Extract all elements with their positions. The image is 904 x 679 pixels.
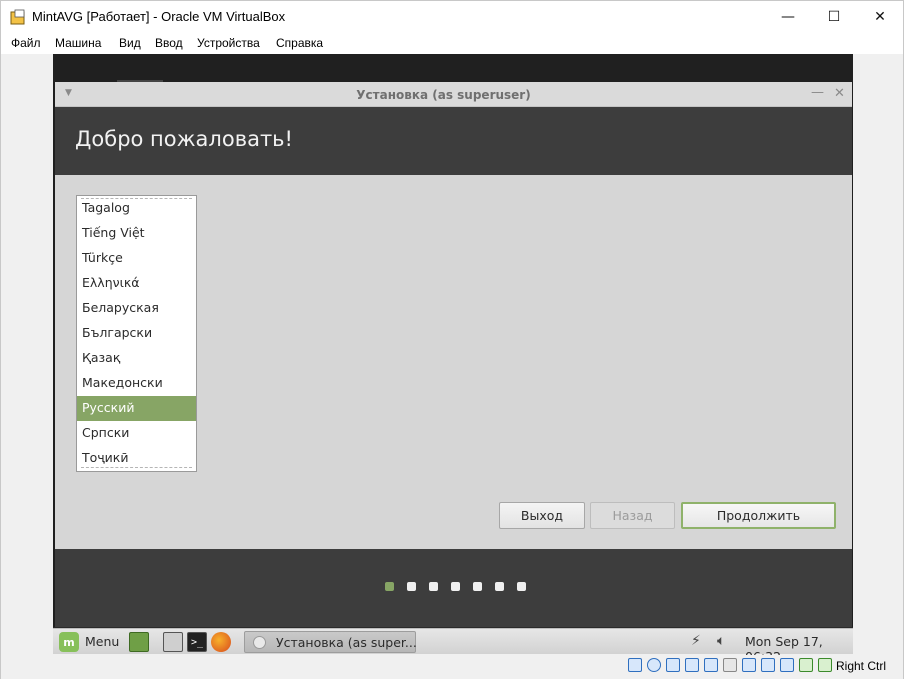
virtualbox-window: MintAVG [Работает] - Oracle VM VirtualBo… [0, 0, 904, 679]
language-item[interactable]: Türkçe [77, 246, 196, 271]
menu-view[interactable]: Вид [119, 36, 141, 50]
welcome-header: Добро пожаловать! [55, 107, 852, 175]
language-item[interactable]: Tagalog [77, 196, 196, 221]
quit-button[interactable]: Выход [499, 502, 585, 529]
language-item[interactable]: Български [77, 321, 196, 346]
language-list[interactable]: Tagalog Tiếng Việt Türkçe Ελληνικά Белар… [76, 195, 197, 472]
maximize-button[interactable]: ☐ [811, 1, 857, 33]
installer-title-bar: ▼ Установка (as superuser) — ✕ [55, 82, 852, 107]
menu-help[interactable]: Справка [276, 36, 323, 50]
menu-bar: Файл Машина Вид Ввод Устройства Справка [1, 33, 903, 54]
language-item[interactable]: Ελληνικά [77, 271, 196, 296]
mint-logo-icon[interactable]: m [59, 632, 79, 652]
installer-title: Установка (as superuser) [356, 88, 531, 102]
close-icon: ✕ [874, 9, 886, 25]
welcome-heading: Добро пожаловать! [75, 127, 293, 151]
usb-icon[interactable] [704, 658, 718, 672]
language-item[interactable]: Tiếng Việt [77, 221, 196, 246]
hard-disk-icon[interactable] [628, 658, 642, 672]
continue-button[interactable]: Продолжить [681, 502, 836, 529]
audio-icon[interactable] [666, 658, 680, 672]
installer-window: ▼ Установка (as superuser) — ✕ Добро пож… [55, 82, 852, 627]
progress-dot [407, 582, 416, 591]
language-item[interactable]: Қазақ [77, 346, 196, 371]
language-item[interactable]: Македонски [77, 371, 196, 396]
mouse-integration-icon[interactable] [799, 658, 813, 672]
progress-footer [55, 549, 852, 627]
menu-machine[interactable]: Машина [55, 36, 101, 50]
shared-folders-icon[interactable] [723, 658, 737, 672]
close-button[interactable]: ✕ [857, 1, 903, 33]
optical-disc-icon[interactable] [647, 658, 661, 672]
show-desktop-icon[interactable] [129, 632, 149, 652]
display-icon[interactable] [742, 658, 756, 672]
language-item[interactable]: Беларуская [77, 296, 196, 321]
window-title: MintAVG [Работает] - Oracle VM VirtualBo… [32, 9, 286, 24]
host-key-label: Right Ctrl [836, 659, 887, 673]
video-capture-icon[interactable] [761, 658, 775, 672]
taskbar-installer-label: Установка (as super... [276, 635, 417, 650]
progress-dot [451, 582, 460, 591]
language-item[interactable]: Српски [77, 421, 196, 446]
progress-dot-current [385, 582, 394, 591]
progress-dot [429, 582, 438, 591]
menu-devices[interactable]: Устройства [197, 36, 260, 50]
vm-display[interactable]: ▼ Установка (as superuser) — ✕ Добро пож… [53, 54, 853, 664]
minimize-icon: — [781, 9, 795, 25]
firefox-icon[interactable] [211, 632, 231, 652]
network-tray-icon[interactable]: ⚡ [691, 633, 701, 649]
taskbar-installer-button[interactable]: Установка (as super... [244, 631, 417, 653]
list-scroll-edge [81, 467, 192, 468]
language-item-selected[interactable]: Русский [77, 396, 196, 421]
disc-icon [253, 636, 266, 649]
vm-status-bar: Right Ctrl [1, 655, 903, 679]
virtualbox-app-icon [10, 9, 25, 25]
volume-icon[interactable]: 🔈︎ [717, 633, 725, 649]
keyboard-icon[interactable] [818, 658, 832, 672]
progress-dot [517, 582, 526, 591]
installer-close-icon[interactable]: ✕ [834, 86, 845, 101]
minimize-button[interactable]: — [765, 1, 811, 33]
start-menu-button[interactable]: Menu [85, 634, 119, 649]
back-button[interactable]: Назад [590, 502, 675, 529]
progress-dot [473, 582, 482, 591]
network-icon[interactable] [685, 658, 699, 672]
menu-input[interactable]: Ввод [155, 36, 183, 50]
maximize-icon: ☐ [827, 9, 841, 25]
terminal-icon[interactable]: >_ [187, 632, 207, 652]
guest-desktop-top [53, 54, 853, 82]
progress-dot [495, 582, 504, 591]
guest-panel: m Menu >_ Установка (as super... ⚡ 🔈︎ Mo… [53, 628, 853, 664]
files-icon[interactable] [163, 632, 183, 652]
title-bar: MintAVG [Работает] - Oracle VM VirtualBo… [1, 1, 903, 33]
menu-file[interactable]: Файл [11, 36, 41, 50]
cpu-icon[interactable] [780, 658, 794, 672]
installer-minimize-icon[interactable]: — [811, 85, 824, 100]
